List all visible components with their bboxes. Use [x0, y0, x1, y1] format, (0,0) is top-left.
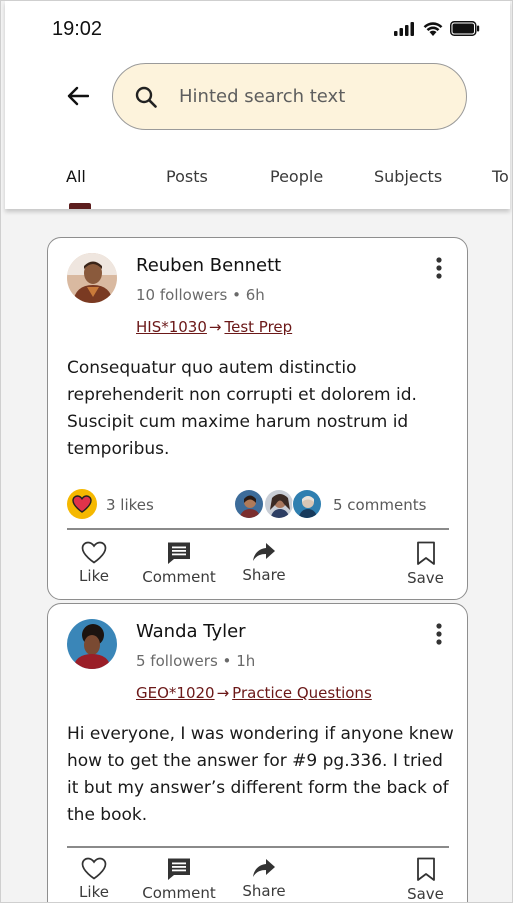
- search-icon: [135, 86, 157, 108]
- tab-all[interactable]: All: [66, 167, 86, 186]
- share-icon: [253, 859, 275, 877]
- tab-subjects[interactable]: Subjects: [374, 167, 442, 186]
- tab-people[interactable]: People: [270, 167, 323, 186]
- meta-separator: •: [222, 652, 232, 670]
- bookmark-icon: [416, 541, 435, 565]
- signal-icon: [394, 21, 414, 36]
- comment-button[interactable]: Comment: [138, 857, 220, 902]
- avatar[interactable]: [67, 619, 117, 669]
- save-button[interactable]: Save: [403, 541, 448, 587]
- follower-count: 5 followers: [136, 652, 218, 670]
- search-header: 19:02 Hinted search text All Posts Peopl…: [5, 1, 510, 209]
- comment-icon: [168, 858, 190, 880]
- comment-icon: [168, 542, 190, 564]
- divider: [67, 528, 449, 530]
- post-actions: Like Comment Share Save: [48, 541, 467, 599]
- status-bar: 19:02: [5, 1, 510, 61]
- post-time: 1h: [236, 652, 256, 670]
- meta-separator: •: [232, 286, 241, 304]
- heart-outline-icon: [81, 857, 107, 880]
- tab-posts[interactable]: Posts: [166, 167, 208, 186]
- share-button[interactable]: Share: [238, 857, 290, 900]
- divider: [67, 846, 449, 848]
- author-name[interactable]: Reuben Bennett: [136, 255, 281, 276]
- post-actions: Like Comment Share Save: [48, 857, 467, 903]
- heart-icon: [72, 495, 92, 513]
- commenter-avatars: [234, 489, 334, 519]
- wifi-icon: [423, 22, 443, 36]
- save-label: Save: [407, 569, 444, 587]
- like-badge: [67, 489, 97, 519]
- topic-link[interactable]: Test Prep: [224, 318, 292, 336]
- comment-button[interactable]: Comment: [138, 541, 220, 586]
- topic-link[interactable]: Practice Questions: [232, 684, 372, 702]
- comment-label: Comment: [142, 884, 216, 902]
- more-options-button[interactable]: [433, 256, 445, 280]
- back-button[interactable]: [63, 81, 93, 111]
- user-photo-icon: [67, 253, 117, 303]
- course-link[interactable]: GEO*1020: [136, 684, 215, 702]
- tab-topics[interactable]: To: [492, 167, 509, 186]
- course-breadcrumb: GEO*1020 → Practice Questions: [136, 684, 372, 702]
- comment-label: Comment: [142, 568, 216, 586]
- more-vertical-icon: [436, 623, 442, 645]
- engagement-row: 3 likes 5 comments: [67, 488, 449, 522]
- follower-count: 10 followers: [136, 286, 228, 304]
- post-card: Reuben Bennett 10 followers • 6h HIS*103…: [47, 237, 468, 600]
- active-tab-indicator: [69, 203, 91, 209]
- commenter-avatar: [264, 489, 294, 519]
- battery-icon: [450, 21, 480, 36]
- avatar[interactable]: [67, 253, 117, 303]
- app-screen: 19:02 Hinted search text All Posts Peopl…: [0, 0, 513, 903]
- course-breadcrumb: HIS*1030 → Test Prep: [136, 318, 292, 336]
- breadcrumb-arrow: →: [208, 318, 222, 336]
- status-icons: [394, 21, 480, 36]
- course-link[interactable]: HIS*1030: [136, 318, 207, 336]
- search-input[interactable]: [179, 86, 429, 107]
- more-vertical-icon: [436, 257, 442, 279]
- user-photo-icon: [67, 619, 117, 669]
- likes-count[interactable]: 3 likes: [106, 496, 154, 514]
- status-time: 19:02: [52, 18, 103, 40]
- author-meta: 5 followers • 1h: [136, 652, 255, 670]
- comments-count[interactable]: 5 comments: [333, 496, 426, 514]
- heart-outline-icon: [81, 541, 107, 564]
- post-card: Wanda Tyler 5 followers • 1h GEO*1020 → Pr…: [47, 603, 468, 903]
- share-icon: [253, 543, 275, 561]
- share-label: Share: [242, 566, 286, 584]
- share-button[interactable]: Share: [238, 541, 290, 584]
- save-label: Save: [407, 885, 444, 903]
- author-meta: 10 followers • 6h: [136, 286, 265, 304]
- like-button[interactable]: Like: [74, 541, 114, 585]
- like-label: Like: [79, 567, 109, 585]
- post-time: 6h: [245, 286, 265, 304]
- more-options-button[interactable]: [433, 622, 445, 646]
- bookmark-icon: [416, 857, 435, 881]
- post-body: Hi everyone, I was wondering if anyone k…: [67, 724, 454, 825]
- like-button[interactable]: Like: [74, 857, 114, 901]
- like-label: Like: [79, 883, 109, 901]
- save-button[interactable]: Save: [403, 857, 448, 903]
- share-label: Share: [242, 882, 286, 900]
- arrow-left-icon: [67, 86, 89, 106]
- author-name[interactable]: Wanda Tyler: [136, 621, 246, 642]
- commenter-avatar: [292, 489, 322, 519]
- breadcrumb-arrow: →: [216, 684, 230, 702]
- search-bar[interactable]: [112, 63, 467, 130]
- filter-tabs: All Posts People Subjects To: [5, 161, 510, 209]
- commenter-avatar: [234, 489, 264, 519]
- post-body: Consequatur quo autem distinctio reprehe…: [67, 358, 417, 459]
